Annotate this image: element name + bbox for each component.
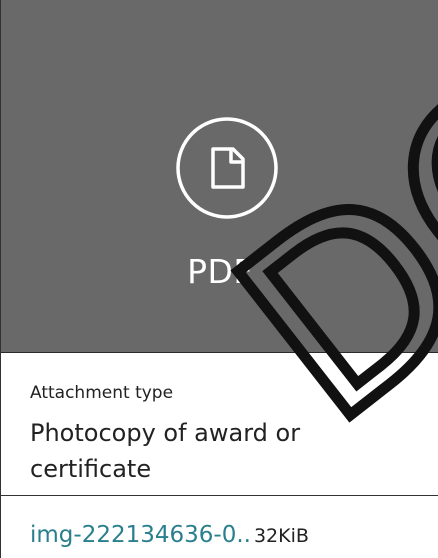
file-icon bbox=[175, 116, 279, 220]
attachment-meta: Attachment type Photocopy of award or ce… bbox=[1, 353, 438, 496]
file-type-label: PDF bbox=[187, 252, 253, 291]
file-info-row: img-222134636-0.. 32KiB bbox=[30, 522, 309, 548]
attachment-card: PDF Attachment type Photocopy of award o… bbox=[0, 0, 438, 558]
file-preview[interactable]: PDF bbox=[1, 0, 438, 353]
attachment-type-value: Photocopy of award or certificate bbox=[30, 419, 301, 483]
file-size: 32KiB bbox=[253, 525, 309, 547]
attachment-type-caption: Attachment type bbox=[30, 383, 174, 403]
file-name-link[interactable]: img-222134636-0.. bbox=[30, 522, 251, 548]
